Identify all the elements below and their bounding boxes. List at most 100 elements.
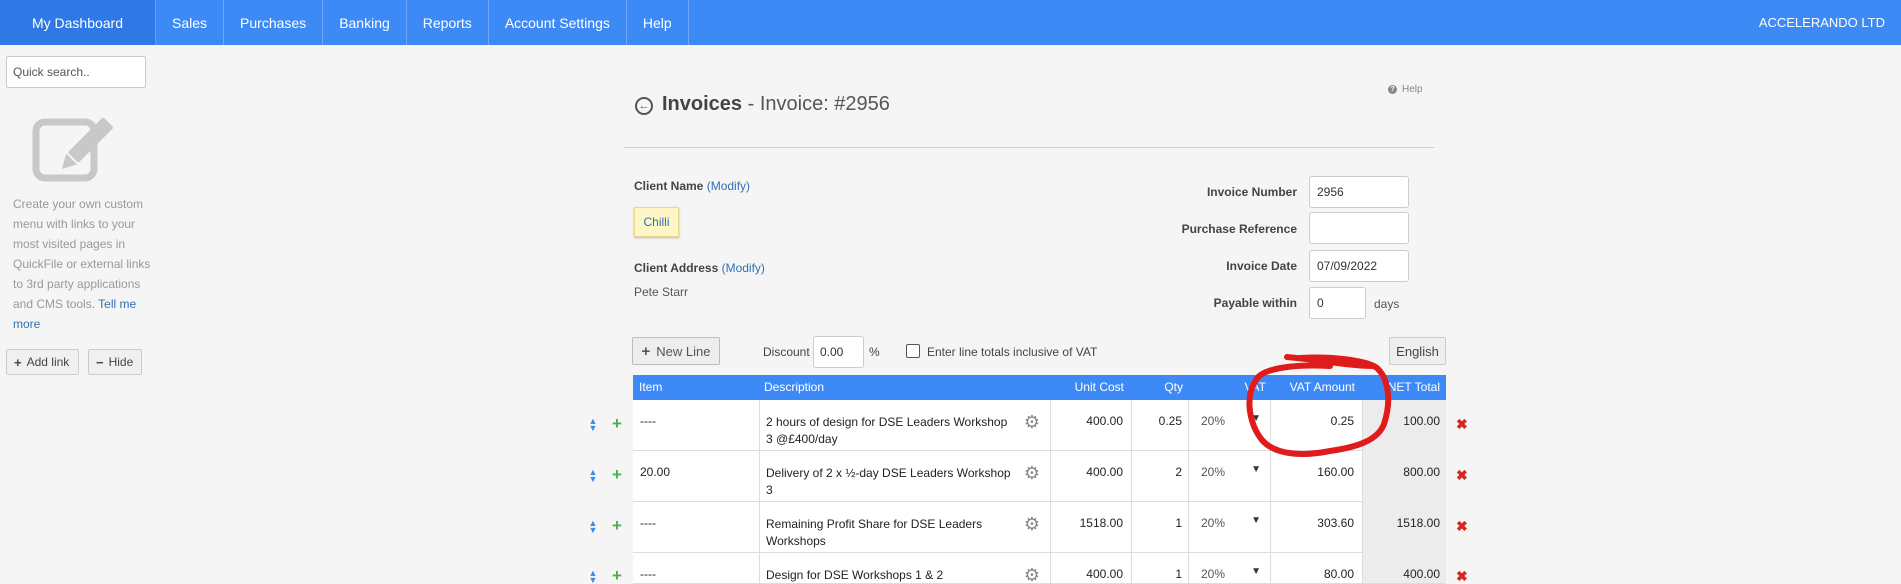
new-line-button[interactable]: + New Line — [632, 337, 720, 365]
description-cell[interactable]: Remaining Profit Share for DSE Leaders W… — [760, 502, 1051, 553]
chevron-down-icon: ▼ — [1251, 515, 1261, 526]
section-title: Invoices — [662, 93, 743, 115]
insert-line-icon[interactable]: + — [612, 415, 622, 432]
vat-select[interactable]: 20% ▼ — [1189, 502, 1271, 553]
qty-cell[interactable]: 2 — [1132, 451, 1189, 502]
nav-account-settings[interactable]: Account Settings — [489, 0, 627, 45]
description-cell[interactable]: Design for DSE Workshops 1 & 2 ⚙ — [760, 553, 1051, 583]
gear-icon[interactable]: ⚙ — [1024, 413, 1040, 431]
client-name-label: Client Name (Modify) — [634, 179, 750, 193]
edit-icon — [32, 117, 113, 182]
plus-icon: + — [641, 342, 651, 360]
inclusive-vat-checkbox[interactable] — [906, 344, 920, 358]
invoice-number-input[interactable] — [1309, 176, 1409, 208]
table-row: ---- 2 hours of design for DSE Leaders W… — [633, 400, 1446, 451]
unit-cost-cell[interactable]: 1518.00 — [1051, 502, 1132, 553]
delete-line-icon[interactable]: ✖ — [1456, 569, 1468, 583]
payable-within-input[interactable] — [1309, 287, 1366, 319]
gear-icon[interactable]: ⚙ — [1024, 515, 1040, 533]
gear-icon[interactable]: ⚙ — [1024, 566, 1040, 583]
nav-my-dashboard[interactable]: My Dashboard — [0, 0, 156, 45]
delete-line-icon[interactable]: ✖ — [1456, 468, 1468, 482]
new-line-label: New Line — [656, 343, 711, 359]
help-icon: ? — [1388, 85, 1397, 94]
unit-cost-cell[interactable]: 400.00 — [1051, 451, 1132, 502]
reorder-icon[interactable]: ▲ ▼ — [588, 417, 598, 433]
top-nav: My Dashboard Sales Purchases Banking Rep… — [0, 0, 1901, 45]
insert-line-icon[interactable]: + — [612, 517, 622, 534]
nav-reports[interactable]: Reports — [407, 0, 489, 45]
chevron-down-icon: ▼ — [1251, 566, 1261, 577]
item-cell[interactable]: 20.00 — [633, 451, 760, 502]
hide-button[interactable]: − Hide — [88, 349, 142, 375]
client-address-label: Client Address (Modify) — [634, 261, 765, 275]
minus-icon: − — [96, 354, 104, 370]
language-button[interactable]: English — [1389, 337, 1446, 365]
percent-label: % — [869, 345, 880, 359]
nav-sales[interactable]: Sales — [156, 0, 225, 45]
qty-cell[interactable]: 1 — [1132, 502, 1189, 553]
nav-help[interactable]: Help — [627, 0, 689, 45]
reorder-icon[interactable]: ▲ ▼ — [588, 569, 598, 584]
quick-search-input[interactable] — [6, 56, 146, 88]
chevron-down-icon: ▼ — [1251, 464, 1261, 475]
vat-rate: 20% — [1201, 414, 1226, 428]
description-cell[interactable]: Delivery of 2 x ½-day DSE Leaders Worksh… — [760, 451, 1051, 502]
sidebar-help-text: Create your own custom menu with links t… — [13, 194, 153, 334]
help-link[interactable]: ? Help — [1388, 84, 1423, 95]
unit-cost-cell[interactable]: 400.00 — [1051, 400, 1132, 451]
modify-client-link[interactable]: (Modify) — [707, 179, 750, 193]
item-cell[interactable]: ---- — [633, 400, 760, 451]
net-total-cell: 1518.00 — [1363, 502, 1446, 553]
reorder-icon[interactable]: ▲ ▼ — [588, 519, 598, 535]
sidebar-help-body: Create your own custom menu with links t… — [13, 197, 151, 311]
company-name[interactable]: ACCELERANDO LTD — [1759, 0, 1885, 45]
description-text: Remaining Profit Share for DSE Leaders W… — [766, 517, 983, 548]
header-description: Description — [764, 380, 825, 394]
header-qty: Qty — [1164, 380, 1183, 394]
insert-line-icon[interactable]: + — [612, 567, 622, 584]
add-link-label: Add link — [26, 355, 70, 369]
delete-line-icon[interactable]: ✖ — [1456, 417, 1468, 431]
net-total-cell: 100.00 — [1363, 400, 1446, 451]
vat-amount-cell[interactable]: 80.00 — [1271, 553, 1363, 583]
header-vat-amount: VAT Amount — [1289, 380, 1355, 394]
nav-purchases[interactable]: Purchases — [224, 0, 324, 45]
gear-icon[interactable]: ⚙ — [1024, 464, 1040, 482]
qty-cell[interactable]: 1 — [1132, 553, 1189, 583]
vat-select[interactable]: 20% ▼ — [1189, 400, 1271, 451]
modify-address-link[interactable]: (Modify) — [722, 261, 765, 275]
vat-select[interactable]: 20% ▼ — [1189, 451, 1271, 502]
add-link-button[interactable]: + Add link — [6, 349, 79, 375]
invoice-date-input[interactable] — [1309, 250, 1409, 282]
vat-amount-cell[interactable]: 0.25 — [1271, 400, 1363, 451]
header-vat: VAT — [1244, 380, 1266, 394]
table-row: 20.00 Delivery of 2 x ½-day DSE Leaders … — [633, 451, 1446, 502]
vat-select[interactable]: 20% ▼ — [1189, 553, 1271, 583]
client-name-chip[interactable]: Chilli — [634, 207, 679, 237]
vat-amount-cell[interactable]: 160.00 — [1271, 451, 1363, 502]
item-cell[interactable]: ---- — [633, 553, 760, 583]
invoice-number-label: Invoice Number — [1206, 185, 1297, 199]
unit-cost-cell[interactable]: 400.00 — [1051, 553, 1132, 583]
reorder-icon[interactable]: ▲ ▼ — [588, 468, 598, 484]
hide-label: Hide — [108, 355, 134, 369]
purchase-reference-input[interactable] — [1309, 212, 1409, 244]
delete-line-icon[interactable]: ✖ — [1456, 519, 1468, 533]
nav-banking[interactable]: Banking — [323, 0, 407, 45]
vat-rate: 20% — [1201, 567, 1226, 581]
invoice-date-label: Invoice Date — [1226, 259, 1297, 273]
discount-input[interactable] — [813, 336, 864, 368]
header-net-total: NET Total — [1387, 380, 1440, 394]
inclusive-vat-label: Enter line totals inclusive of VAT — [927, 345, 1098, 359]
net-total-cell: 800.00 — [1363, 451, 1446, 502]
description-cell[interactable]: 2 hours of design for DSE Leaders Worksh… — [760, 400, 1051, 451]
qty-cell[interactable]: 0.25 — [1132, 400, 1189, 451]
insert-line-icon[interactable]: + — [612, 466, 622, 483]
back-icon[interactable]: ← — [635, 97, 653, 115]
vat-amount-cell[interactable]: 303.60 — [1271, 502, 1363, 553]
description-text: Design for DSE Workshops 1 & 2 — [766, 568, 944, 582]
item-cell[interactable]: ---- — [633, 502, 760, 553]
invoice-subtitle: Invoice: #2956 — [759, 93, 890, 115]
header-item: Item — [639, 380, 663, 394]
